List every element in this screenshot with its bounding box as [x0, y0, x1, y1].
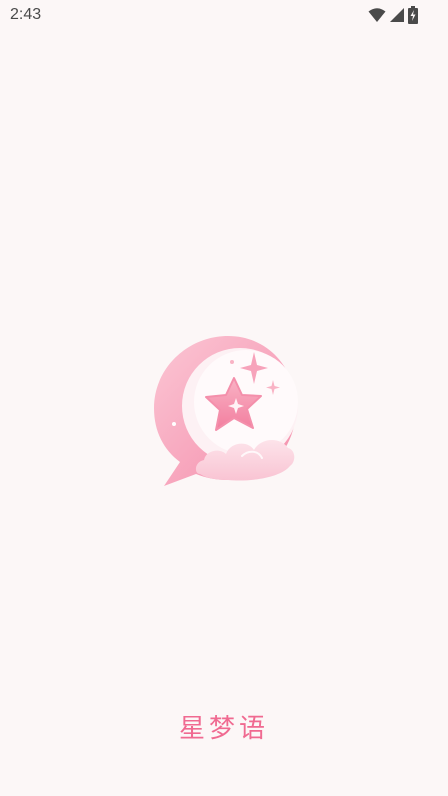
- status-bar: 2:43: [0, 0, 448, 32]
- status-icons: [368, 5, 418, 25]
- battery-charging-icon: [408, 6, 418, 24]
- app-logo: [150, 332, 300, 490]
- cellular-signal-icon: [389, 7, 405, 23]
- wifi-icon: [368, 7, 386, 23]
- splash-screen: 2:43 星梦语: [0, 0, 448, 796]
- status-time: 2:43: [10, 6, 42, 23]
- app-name: 星梦语: [178, 714, 269, 744]
